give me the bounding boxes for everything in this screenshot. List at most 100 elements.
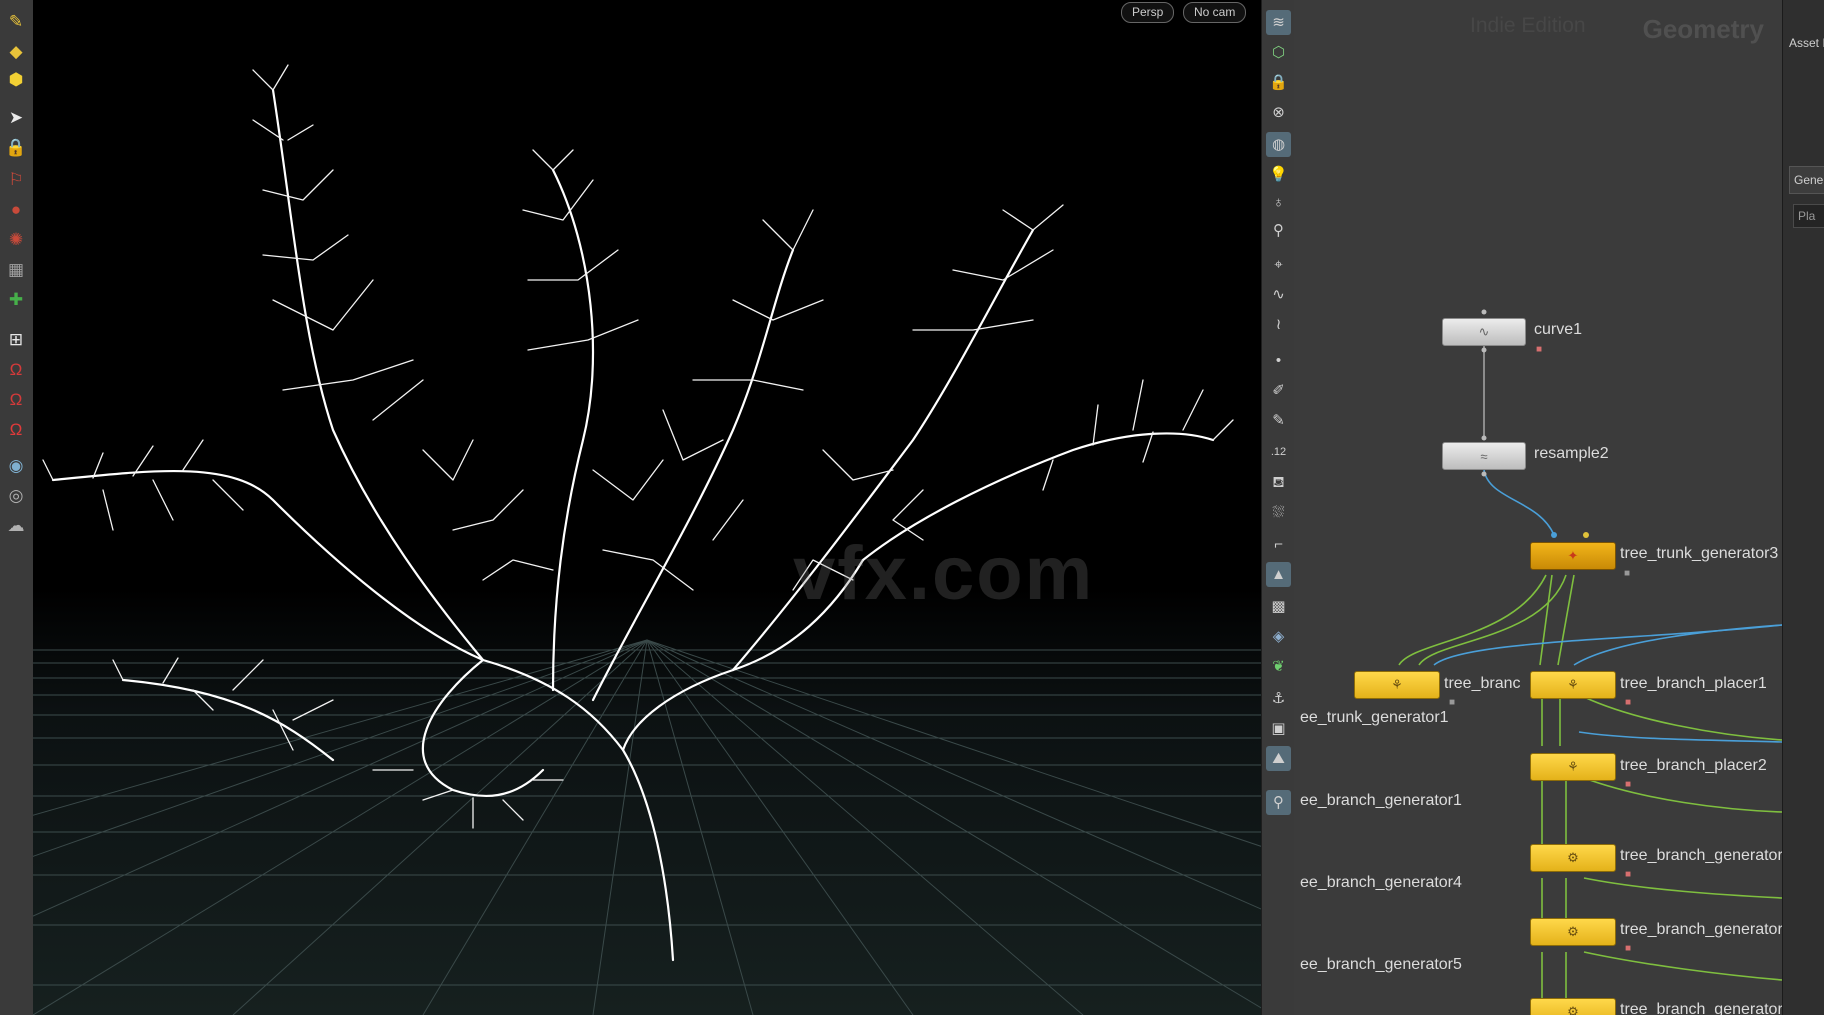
node-tree-trunk-generator3[interactable]: ✦ xyxy=(1530,542,1616,570)
branch-generator-icon: ⚙ xyxy=(1567,924,1579,939)
sweep-icon[interactable]: ⛆ xyxy=(1266,500,1291,525)
twig xyxy=(422,439,554,581)
cloud-icon[interactable]: ☁ xyxy=(3,512,29,538)
node-label: tree_branch_generator7 xyxy=(1620,847,1782,864)
magnet-icon[interactable]: Ω xyxy=(3,356,29,382)
shape-icon[interactable]: ◈ xyxy=(1266,624,1291,649)
node-resample2[interactable]: ≈ xyxy=(1442,442,1526,470)
node-tree-branch-generator8[interactable]: ⚙ xyxy=(1530,918,1616,946)
cluster-icon[interactable]: ✺ xyxy=(3,226,29,252)
node-tree-branch[interactable]: ⚘ xyxy=(1354,671,1440,699)
point-light-icon[interactable]: ♁ xyxy=(1266,190,1291,215)
lock-icon[interactable]: ■ xyxy=(1625,869,1631,880)
output-port[interactable] xyxy=(1481,471,1487,477)
anchor-icon[interactable]: ⚓ xyxy=(1266,686,1291,711)
node-label: tree_branc xyxy=(1444,675,1521,692)
node-label: tree_branch_placer2 xyxy=(1620,757,1767,774)
asset-menu[interactable]: Asset I xyxy=(1789,36,1824,50)
checker-icon[interactable]: ▩ xyxy=(1266,594,1291,619)
no-cam-menu[interactable]: No cam xyxy=(1183,2,1247,23)
edit-icon[interactable]: ◆ xyxy=(3,38,29,64)
display-icon[interactable]: ≋ xyxy=(1266,10,1291,35)
snap-grid-icon[interactable]: ⊞ xyxy=(3,326,29,352)
branch xyxy=(271,88,485,662)
node-tree-branch-placer2[interactable]: ⚘ xyxy=(1530,753,1616,781)
node-tree-branch-generator9[interactable]: ⚙ xyxy=(1530,998,1616,1015)
wire xyxy=(1539,574,1553,666)
twig xyxy=(272,279,424,421)
node-tree-branch-generator7[interactable]: ⚙ xyxy=(1530,844,1616,872)
wire xyxy=(1573,624,1782,666)
input-port[interactable] xyxy=(1551,532,1557,538)
guide-icon[interactable]: ⌐ xyxy=(1266,532,1291,557)
view-icon[interactable]: ◉ xyxy=(3,452,29,478)
input-port[interactable] xyxy=(1481,435,1487,441)
point-icon[interactable]: • xyxy=(1266,348,1291,373)
network-editor[interactable]: Indie Edition Geometry ∿ curve1 ■ ≈ resa… xyxy=(1294,0,1782,1015)
hair-icon[interactable]: ∿ xyxy=(1266,282,1291,307)
spot-light-icon[interactable]: ⚲ xyxy=(1266,218,1291,243)
pin-icon[interactable]: ⚲ xyxy=(1266,790,1291,815)
param-field[interactable]: Pla xyxy=(1793,204,1824,228)
input-port[interactable] xyxy=(1481,309,1487,315)
branch-icon: ⚘ xyxy=(1567,677,1579,692)
wire xyxy=(1583,777,1782,813)
node-label: tree_branch_generator9 xyxy=(1620,1001,1782,1015)
grass-icon[interactable]: ❦ xyxy=(1266,654,1291,679)
branch xyxy=(551,168,595,692)
output-port[interactable] xyxy=(1481,347,1487,353)
box-icon[interactable]: ▣ xyxy=(1266,716,1291,741)
lock-icon[interactable]: ■ xyxy=(1625,779,1631,790)
select-icon[interactable]: ➤ xyxy=(3,104,29,130)
twig xyxy=(42,439,244,531)
brush-icon[interactable]: ✐ xyxy=(1266,378,1291,403)
node-tree-branch-placer1[interactable]: ⚘ xyxy=(1530,671,1616,699)
magnet-icon[interactable]: Ω xyxy=(3,416,29,442)
wire xyxy=(1483,469,1555,536)
light-icon[interactable]: 💡 xyxy=(1266,162,1291,187)
sphere-shade-icon[interactable]: ◍ xyxy=(1266,132,1291,157)
field-label: Pla xyxy=(1798,209,1816,223)
sculpt-icon[interactable]: ⬢ xyxy=(3,66,29,92)
wire xyxy=(1583,696,1782,741)
lock-icon[interactable]: ■ xyxy=(1625,697,1631,708)
branch-generator-icon: ⚙ xyxy=(1567,850,1579,865)
node-curve1[interactable]: ∿ xyxy=(1442,318,1526,346)
cancel-icon[interactable]: ⊗ xyxy=(1266,100,1291,125)
lock-icon[interactable]: ■ xyxy=(1536,344,1542,355)
input-port[interactable] xyxy=(1583,532,1589,538)
parameter-panel: Asset I Gene Pla xyxy=(1782,0,1824,1015)
lock-icon[interactable]: ■ xyxy=(1449,697,1455,708)
resample-icon: ≈ xyxy=(1480,448,1488,464)
node-label: ee_branch_generator5 xyxy=(1300,956,1462,973)
tree-geometry xyxy=(42,64,1234,962)
camera-icon[interactable]: ⌖ xyxy=(1266,252,1291,277)
wire xyxy=(1433,624,1782,666)
watermark: vfx.com xyxy=(793,531,1095,616)
hair-groom-icon[interactable]: ≀ xyxy=(1266,312,1291,337)
node-label: ee_branch_generator1 xyxy=(1300,792,1462,809)
wire xyxy=(1583,877,1782,899)
pour-icon[interactable]: ⛾ xyxy=(1266,470,1291,495)
transform-icon[interactable]: ✚ xyxy=(3,286,29,312)
scene-viewport[interactable]: Persp No cam vfx.com xyxy=(33,0,1261,1015)
handle-icon[interactable]: ⚐ xyxy=(3,166,29,192)
sphere-icon[interactable]: ● xyxy=(3,196,29,222)
lock-icon[interactable]: ■ xyxy=(1625,943,1631,954)
lock-icon[interactable]: 🔒 xyxy=(3,134,29,160)
trunk-icon: ✦ xyxy=(1567,548,1579,563)
number-12-icon[interactable]: .12 xyxy=(1266,440,1291,465)
magnet-icon[interactable]: Ω xyxy=(3,386,29,412)
camera-menu[interactable]: Persp xyxy=(1121,2,1175,23)
lock-icon[interactable]: 🔒 xyxy=(1266,70,1291,95)
node-label: resample2 xyxy=(1534,445,1609,462)
pen-icon[interactable]: ✎ xyxy=(1266,408,1291,433)
paint-icon[interactable]: ✎ xyxy=(3,8,29,34)
mesh-icon[interactable]: ▦ xyxy=(3,256,29,282)
camera-icon[interactable]: ◎ xyxy=(3,482,29,508)
lock-icon[interactable]: ■ xyxy=(1624,568,1630,579)
param-tab[interactable]: Gene xyxy=(1789,166,1824,194)
terrain-icon[interactable]: ▲ xyxy=(1266,562,1291,587)
landscape-icon[interactable]: ⛰ xyxy=(1266,746,1291,771)
wireframe-icon[interactable]: ⬡ xyxy=(1266,40,1291,65)
